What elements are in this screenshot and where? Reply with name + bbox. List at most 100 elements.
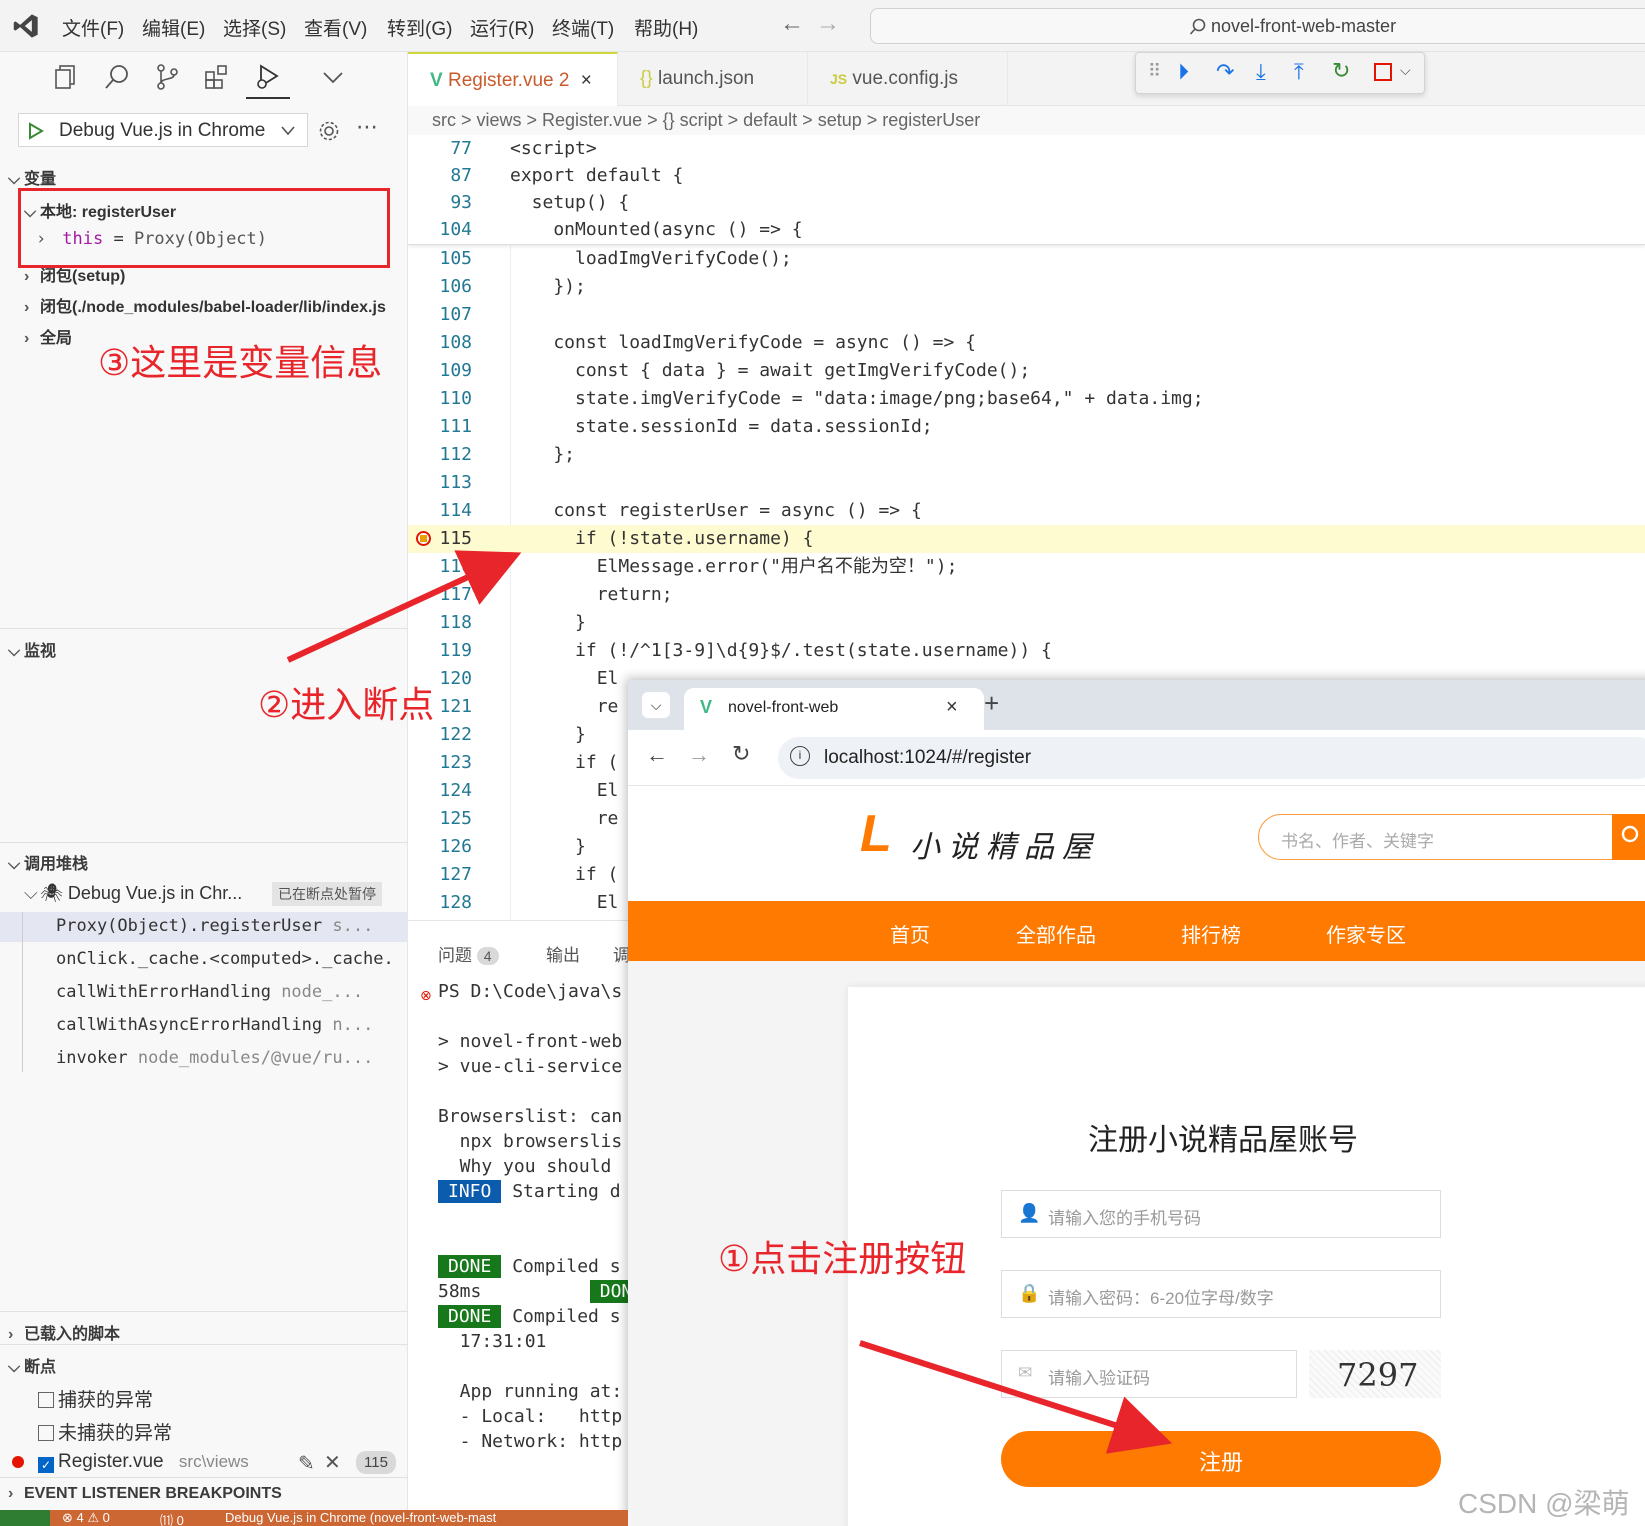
site-logo-icon[interactable]: L xyxy=(860,808,892,860)
editor-tabs: V Register.vue 2 × {} launch.json JS vue… xyxy=(408,52,1645,106)
debug-config-select[interactable]: Debug Vue.js in Chrome xyxy=(18,113,308,147)
nav-rankings[interactable]: 排行榜 xyxy=(1181,919,1241,948)
browser-tab[interactable]: V novel-front-web × xyxy=(684,688,984,730)
register-button[interactable]: 注册 xyxy=(1001,1431,1441,1487)
browser-tab-title: novel-front-web xyxy=(728,699,839,716)
browser-toolbar: ← → ↻ i localhost:1024/#/register xyxy=(628,730,1645,786)
nav-home[interactable]: 首页 xyxy=(890,919,930,948)
address-bar[interactable]: i localhost:1024/#/register xyxy=(778,737,1645,779)
closure-babel-scope[interactable]: › 闭包(./node_modules/babel-loader/lib/inde… xyxy=(24,293,386,317)
step-over-icon[interactable]: ↷ xyxy=(1216,59,1234,85)
gear-icon[interactable] xyxy=(318,120,340,142)
terminal-line: App running at: xyxy=(438,1381,623,1402)
stack-frame[interactable]: callWithAsyncErrorHandling n... xyxy=(56,1015,373,1035)
site-search-button[interactable] xyxy=(1612,814,1645,860)
menu-view[interactable]: 查看(V) xyxy=(304,14,367,41)
menu-terminal[interactable]: 终端(T) xyxy=(552,14,614,41)
debug-session-status[interactable]: Debug Vue.js in Chrome (novel-front-web-… xyxy=(225,1510,496,1525)
lock-icon: 🔒 xyxy=(1018,1283,1041,1303)
drag-handle-icon[interactable]: ⠿ xyxy=(1148,61,1161,82)
event-listener-breakpoints-header[interactable]: › EVENT LISTENER BREAKPOINTS xyxy=(8,1485,282,1503)
problems-status[interactable]: ⊗ 4 ⚠ 0 xyxy=(62,1510,110,1526)
code-line: 107 xyxy=(439,304,472,325)
bp-register-vue[interactable]: ✓ Register.vue src\views xyxy=(38,1451,249,1473)
loaded-scripts-section-header[interactable]: › 已载入的脚本 xyxy=(8,1320,120,1344)
explorer-icon[interactable] xyxy=(52,62,82,92)
phone-input[interactable]: 👤 请输入您的手机号码 xyxy=(1001,1190,1441,1238)
callstack-session[interactable]: ⌵ 🕷 Debug Vue.js in Chr... xyxy=(24,883,242,904)
menu-help[interactable]: 帮助(H) xyxy=(634,14,698,41)
terminal-line: > vue-cli-service xyxy=(438,1056,623,1077)
browser-forward-icon[interactable]: → xyxy=(688,742,710,768)
variables-section-header[interactable]: ⌵ 变量 xyxy=(8,165,56,189)
site-info-icon[interactable]: i xyxy=(790,746,810,766)
menu-file[interactable]: 文件(F) xyxy=(62,14,124,41)
breadcrumb[interactable]: src > views > Register.vue > {} script >… xyxy=(432,110,980,131)
captcha-image[interactable]: 7297 xyxy=(1309,1350,1441,1398)
chevron-down-icon[interactable]: ⌵ xyxy=(1400,62,1411,79)
tab-vue-config-js[interactable]: JS vue.config.js xyxy=(808,52,1008,106)
restart-icon[interactable]: ↻ xyxy=(1332,58,1350,84)
remove-breakpoint-icon[interactable]: ✕ xyxy=(324,1450,341,1475)
step-into-icon[interactable]: ⤓ xyxy=(1256,59,1266,85)
password-input[interactable]: 🔒 请输入密码：6-20位字母/数字 xyxy=(1001,1270,1441,1318)
watch-section-header[interactable]: ⌵ 监视 xyxy=(8,637,56,661)
close-tab-icon[interactable]: × xyxy=(581,70,592,91)
checkbox-checked-icon[interactable]: ✓ xyxy=(38,1457,54,1473)
edit-breakpoint-icon[interactable]: ✎ xyxy=(298,1451,315,1476)
start-debugging-icon[interactable] xyxy=(27,122,45,140)
more-actions-icon[interactable]: ⋯ xyxy=(356,114,378,140)
phone-placeholder: 请输入您的手机号码 xyxy=(1048,1209,1201,1228)
forward-arrow-icon[interactable]: → xyxy=(816,10,852,37)
global-scope[interactable]: › 全局 xyxy=(24,324,72,348)
stack-frame[interactable]: callWithErrorHandling node_... xyxy=(56,982,363,1002)
checkbox[interactable] xyxy=(38,1425,54,1441)
new-tab-icon[interactable]: + xyxy=(984,688,999,719)
close-tab-icon[interactable]: × xyxy=(946,696,958,719)
menu-go[interactable]: 转到(G) xyxy=(387,14,452,41)
terminal-line: PS D:\Code\java\s xyxy=(438,981,623,1002)
stop-icon[interactable] xyxy=(1374,63,1392,81)
remote-indicator[interactable] xyxy=(0,1510,50,1526)
site-name[interactable]: 小说精品屋 xyxy=(910,822,1100,866)
annotation-step3: ③这里是变量信息 xyxy=(98,343,383,384)
code-line: 105 loadImgVerifyCode(); xyxy=(439,248,792,269)
tab-problems[interactable]: 问题 4 xyxy=(438,941,499,966)
menu-selection[interactable]: 选择(S) xyxy=(223,14,286,41)
register-card: 注册小说精品屋账号 👤 请输入您的手机号码 🔒 请输入密码：6-20位字母/数字… xyxy=(848,987,1645,1526)
tab-search-icon[interactable]: ⌵ xyxy=(642,692,670,718)
command-center-search[interactable]: novel-front-web-master xyxy=(870,8,1645,44)
tab-debug-console[interactable]: 调 xyxy=(613,941,628,966)
extensions-icon[interactable] xyxy=(202,62,232,92)
captcha-text: 7297 xyxy=(1337,1356,1419,1394)
nav-all-works[interactable]: 全部作品 xyxy=(1016,919,1096,948)
back-arrow-icon[interactable]: ← xyxy=(780,10,816,37)
checkbox[interactable] xyxy=(38,1392,54,1408)
ports-status[interactable]: ⑾ 0 xyxy=(160,1510,184,1526)
step-out-icon[interactable]: ⤒ xyxy=(1294,59,1304,85)
stack-frame[interactable]: invoker node_modules/@vue/ru... xyxy=(56,1048,373,1068)
menu-run[interactable]: 运行(R) xyxy=(470,14,534,41)
stack-frame[interactable]: onClick._cache.<computed>._cache. xyxy=(56,949,394,969)
breakpoints-section-header[interactable]: ⌵ 断点 xyxy=(8,1353,56,1377)
source-control-icon[interactable] xyxy=(152,62,182,92)
bp-caught-exceptions[interactable]: 捕获的异常 xyxy=(38,1385,153,1412)
tab-launch-json[interactable]: {} launch.json xyxy=(618,52,808,106)
chevron-down-icon xyxy=(281,126,295,136)
chevron-down-icon[interactable] xyxy=(318,62,348,92)
continue-icon[interactable]: ⏵ xyxy=(1178,59,1189,85)
menu-edit[interactable]: 编辑(E) xyxy=(142,14,205,41)
site-search-input[interactable]: 书名、作者、关键字 xyxy=(1258,814,1645,860)
nav-author-zone[interactable]: 作家专区 xyxy=(1326,919,1406,948)
verify-code-input[interactable]: ✉ 请输入验证码 xyxy=(1001,1350,1297,1398)
status-bar: ⊗ 4 ⚠ 0 ⑾ 0 Debug Vue.js in Chrome (nove… xyxy=(0,1510,628,1526)
callstack-section-header[interactable]: ⌵ 调用堆栈 xyxy=(8,850,88,874)
search-sidebar-icon[interactable] xyxy=(102,62,132,92)
tab-register-vue[interactable]: V Register.vue 2 × xyxy=(408,52,618,106)
run-and-debug-icon[interactable] xyxy=(252,62,282,92)
stack-frame[interactable]: Proxy(Object).registerUser s... xyxy=(56,916,373,936)
reload-icon[interactable]: ↻ xyxy=(732,741,750,767)
browser-back-icon[interactable]: ← xyxy=(646,742,668,768)
tab-output[interactable]: 输出 xyxy=(546,941,580,966)
bp-uncaught-exceptions[interactable]: 未捕获的异常 xyxy=(38,1418,172,1445)
